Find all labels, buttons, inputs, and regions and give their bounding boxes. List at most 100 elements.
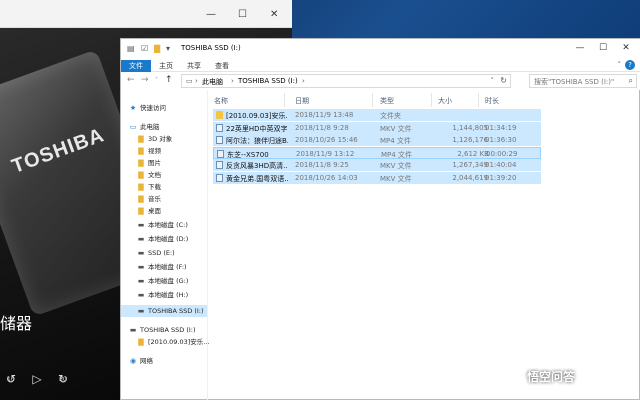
file-row[interactable]: [2010.09.03]安乐... 2018/11/9 13:48 文件夹 bbox=[213, 109, 541, 121]
up-arrow-icon[interactable]: ↑ bbox=[165, 75, 173, 85]
sidebar-item[interactable]: ▇ 桌面 bbox=[121, 205, 207, 217]
file-name-cell: 黄金兄弟.国粤双语... bbox=[226, 174, 288, 183]
file-duration-cell: 01:40:04 bbox=[485, 161, 517, 169]
forward-arrow-icon[interactable]: → bbox=[141, 75, 149, 85]
sidebar-item-label: 下载 bbox=[148, 183, 161, 191]
sidebar-item-label: 本地磁盘 (H:) bbox=[148, 291, 189, 299]
search-box[interactable]: 搜索"TOSHIBA SSD (I:)" ⌕ bbox=[529, 74, 637, 88]
folder-icon: ▇ bbox=[138, 207, 144, 215]
breadcrumb-pc[interactable]: 此电脑 bbox=[202, 77, 223, 87]
sidebar-item[interactable]: ▬ 本地磁盘 (D:) bbox=[121, 233, 207, 245]
help-icon[interactable]: ? bbox=[625, 60, 635, 70]
quick-access-toolbar-icon[interactable]: ▤ bbox=[127, 44, 135, 53]
sidebar-item[interactable]: ▇ 下载 bbox=[121, 181, 207, 193]
column-separator[interactable] bbox=[284, 93, 285, 107]
search-icon[interactable]: ⌕ bbox=[629, 76, 633, 86]
file-date-cell: 2018/11/8 9:28 bbox=[295, 123, 349, 132]
sidebar-item[interactable]: ▇ 音乐 bbox=[121, 193, 207, 205]
rewind-button[interactable]: ↺ 10 bbox=[0, 368, 22, 390]
chevron-right-icon: › bbox=[231, 77, 234, 85]
column-separator[interactable] bbox=[372, 93, 373, 107]
back-arrow-icon[interactable]: ← bbox=[127, 75, 135, 85]
tab-home[interactable]: 主页 bbox=[155, 60, 177, 72]
tab-file[interactable]: 文件 bbox=[121, 60, 151, 72]
column-header-size[interactable]: 大小 bbox=[438, 96, 452, 106]
dropdown-icon[interactable]: ▾ bbox=[166, 44, 170, 53]
search-placeholder: 搜索"TOSHIBA SSD (I:)" bbox=[534, 78, 615, 86]
tab-share[interactable]: 共享 bbox=[183, 60, 205, 72]
file-row[interactable]: 东芝--XS700 2018/11/9 13:12 MP4 文件 2,612 KB 00… bbox=[213, 146, 541, 159]
video-caption: 储器 bbox=[0, 314, 33, 333]
checkbox-icon[interactable]: ☑ bbox=[141, 44, 148, 53]
folder-icon: ▇ bbox=[154, 44, 161, 53]
sidebar-item[interactable]: ▬ TOSHIBA SSD (I:) bbox=[121, 305, 207, 317]
sidebar-item[interactable]: ▬ SSD (E:) bbox=[121, 247, 207, 259]
sidebar-item-label: 本地磁盘 (F:) bbox=[148, 263, 187, 271]
sidebar-item[interactable]: ▇ 图片 bbox=[121, 157, 207, 169]
sidebar-item[interactable]: ◉ 网络 bbox=[121, 355, 207, 367]
sidebar-item[interactable]: ▇ 视频 bbox=[121, 145, 207, 157]
file-row[interactable]: 阿尔法：狼伴归途B... 2018/10/26 15:46 MP4 文件 1,126,… bbox=[213, 134, 541, 146]
chevron-down-icon[interactable]: ˅ bbox=[491, 77, 495, 85]
pc-icon: ▭ bbox=[129, 123, 137, 131]
sidebar-item[interactable]: ▬ 本地磁盘 (H:) bbox=[121, 289, 207, 301]
sidebar-item[interactable]: ▭ 此电脑 bbox=[121, 121, 207, 133]
drive-icon: ▬ bbox=[137, 291, 145, 299]
file-name-cell: 东芝--XS700 bbox=[227, 150, 269, 159]
file-duration-cell: 01:36:30 bbox=[485, 136, 517, 144]
column-header-duration[interactable]: 时长 bbox=[485, 96, 499, 106]
refresh-icon[interactable]: ↻ bbox=[500, 76, 507, 85]
column-header-type[interactable]: 类型 bbox=[380, 96, 394, 106]
sidebar-item[interactable]: ▬ TOSHIBA SSD (I:) bbox=[121, 324, 207, 336]
column-separator[interactable] bbox=[478, 93, 479, 107]
network-icon: ◉ bbox=[129, 357, 137, 365]
tab-view[interactable]: 查看 bbox=[211, 60, 233, 72]
chevron-down-icon[interactable]: ˅ bbox=[618, 61, 622, 69]
file-date-cell: 2018/11/8 9:25 bbox=[295, 161, 349, 169]
sidebar-item-label: 本地磁盘 (C:) bbox=[148, 221, 188, 229]
folder-icon bbox=[216, 111, 223, 119]
maximize-icon[interactable]: ☐ bbox=[238, 9, 247, 20]
video-file-icon bbox=[216, 161, 223, 169]
file-row[interactable]: 22英里HD中英双字 2018/11/8 9:28 MKV 文件 1,144,805 0… bbox=[213, 121, 541, 134]
file-type-cell: MKV 文件 bbox=[380, 124, 412, 133]
file-row[interactable]: 反贪风暴3HD高清... 2018/11/8 9:25 MKV 文件 1,267,34… bbox=[213, 159, 541, 171]
column-header-date[interactable]: 日期 bbox=[295, 96, 309, 106]
close-icon[interactable]: ✕ bbox=[619, 43, 633, 53]
sidebar-item[interactable]: ▇ 3D 对象 bbox=[121, 133, 207, 145]
file-list: 名称 日期 类型 大小 时长 [2010.09.03]安乐... 2018/11/… bbox=[208, 90, 640, 400]
drive-icon: ▬ bbox=[137, 235, 145, 243]
file-type-cell: MKV 文件 bbox=[380, 162, 412, 170]
column-header-name[interactable]: 名称 bbox=[214, 96, 228, 106]
sidebar-item[interactable]: ▬ 本地磁盘 (F:) bbox=[121, 261, 207, 273]
file-date-cell: 2018/11/9 13:12 bbox=[296, 149, 355, 158]
file-size-cell: 1,267,349 bbox=[452, 161, 488, 169]
folder-icon: ▇ bbox=[138, 135, 144, 143]
file-name-cell: 22英里HD中英双字 bbox=[226, 124, 288, 133]
sidebar-item-label: 快速访问 bbox=[140, 104, 166, 112]
column-separator[interactable] bbox=[431, 93, 432, 107]
file-explorer-window: ▤ ☑ ▇ ▾ TOSHIBA SSD (I:) — ☐ ✕ 文件 主页 共享 … bbox=[120, 38, 640, 400]
breadcrumb-drive[interactable]: TOSHIBA SSD (I:) bbox=[238, 77, 298, 85]
sidebar-item-label: 本地磁盘 (G:) bbox=[148, 277, 189, 285]
sidebar-item-label: 桌面 bbox=[148, 207, 161, 215]
window-title: TOSHIBA SSD (I:) bbox=[181, 44, 241, 52]
sidebar-item[interactable]: ★ 快速访问 bbox=[121, 102, 207, 114]
forward-button[interactable]: ↻ 30 bbox=[52, 368, 74, 390]
navigation-bar: ← → ˅ ↑ ▭ › 此电脑 › TOSHIBA SSD (I:) › ˅ ↻… bbox=[121, 72, 640, 90]
play-button[interactable]: ▷ bbox=[26, 368, 48, 390]
sidebar-item[interactable]: ▬ 本地磁盘 (G:) bbox=[121, 275, 207, 287]
maximize-icon[interactable]: ☐ bbox=[596, 43, 610, 53]
sidebar-item[interactable]: ▬ 本地磁盘 (C:) bbox=[121, 219, 207, 231]
recent-dropdown-icon[interactable]: ˅ bbox=[155, 77, 158, 84]
video-file-icon bbox=[216, 173, 223, 182]
close-icon[interactable]: ✕ bbox=[270, 9, 278, 20]
drive-icon: ▬ bbox=[137, 221, 145, 229]
address-bar[interactable]: ▭ › 此电脑 › TOSHIBA SSD (I:) › ˅ ↻ bbox=[181, 74, 511, 88]
sidebar-item[interactable]: ▇ 文档 bbox=[121, 169, 207, 181]
folder-icon: ▇ bbox=[138, 195, 144, 203]
file-row[interactable]: 黄金兄弟.国粤双语... 2018/10/26 14:03 MKV 文件 2,044,… bbox=[213, 171, 541, 184]
sidebar-item[interactable]: ▇ [2010.09.03]安乐... bbox=[121, 336, 209, 348]
minimize-icon[interactable]: — bbox=[573, 43, 587, 53]
minimize-icon[interactable]: — bbox=[206, 9, 216, 20]
